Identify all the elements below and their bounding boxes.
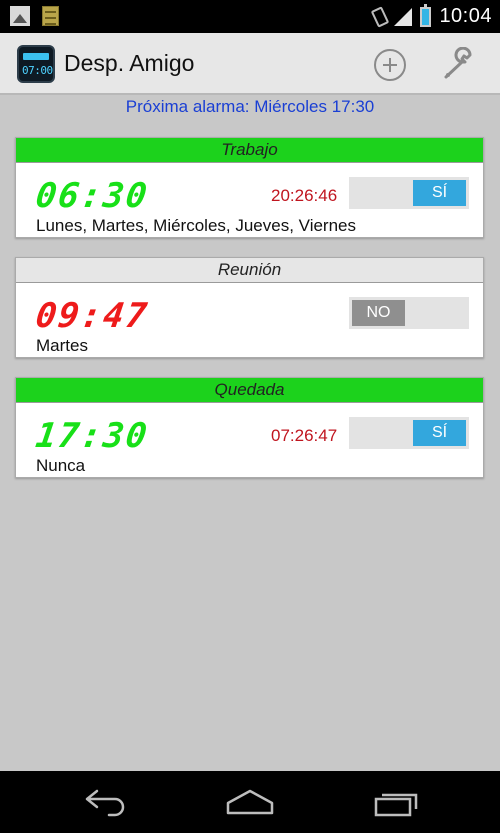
home-button[interactable] <box>220 785 280 819</box>
alarm-title: Quedada <box>16 378 483 403</box>
alarm-card-reunion[interactable]: Reunión 09:47 NO Martes <box>15 257 484 358</box>
alarm-toggle[interactable]: SÍ <box>349 417 469 449</box>
alarm-card-trabajo[interactable]: Trabajo 06:30 20:26:46 SÍ Lunes, Martes,… <box>15 137 484 238</box>
picture-icon <box>10 6 30 26</box>
alarm-days: Lunes, Martes, Miércoles, Jueves, Vierne… <box>36 216 356 235</box>
alarm-toggle[interactable]: NO <box>349 297 469 329</box>
toggle-thumb: NO <box>352 300 405 326</box>
add-alarm-button[interactable] <box>374 49 406 81</box>
notes-icon <box>42 6 59 26</box>
alarm-toggle[interactable]: SÍ <box>349 177 469 209</box>
alarm-days: Martes <box>36 336 88 355</box>
alarm-days: Nunca <box>36 456 86 475</box>
recent-apps-button[interactable] <box>368 785 428 819</box>
alarm-remaining: 20:26:46 <box>271 186 338 205</box>
vibrate-icon <box>371 5 390 28</box>
recent-apps-icon <box>374 793 418 817</box>
alarm-time: 06:30 <box>33 176 152 216</box>
action-bar: 07:00 Desp. Amigo <box>0 33 500 95</box>
status-clock: 10:04 <box>439 5 492 27</box>
toggle-thumb: SÍ <box>413 180 466 206</box>
battery-icon <box>420 3 432 27</box>
app-logo-text: 07:00 <box>22 64 53 77</box>
home-icon <box>226 789 274 815</box>
back-icon <box>85 789 125 817</box>
alarm-time: 17:30 <box>33 416 152 456</box>
alarm-title: Trabajo <box>16 138 483 163</box>
app-title: Desp. Amigo <box>64 50 195 76</box>
alarm-card-quedada[interactable]: Quedada 17:30 07:26:47 SÍ Nunca <box>15 377 484 478</box>
app-logo-icon[interactable]: 07:00 <box>17 45 55 83</box>
status-bar: 10:04 <box>0 0 500 33</box>
next-alarm-label: Próxima alarma: Miércoles 17:30 <box>125 97 375 116</box>
wrench-icon <box>444 46 472 79</box>
alarm-title: Reunión <box>16 258 483 283</box>
alarm-remaining: 07:26:47 <box>271 426 338 445</box>
toggle-thumb: SÍ <box>413 420 466 446</box>
settings-button[interactable] <box>440 46 480 83</box>
alarm-time: 09:47 <box>33 296 152 336</box>
navigation-bar <box>0 771 500 833</box>
signal-icon <box>394 7 413 26</box>
back-button[interactable] <box>75 785 135 819</box>
